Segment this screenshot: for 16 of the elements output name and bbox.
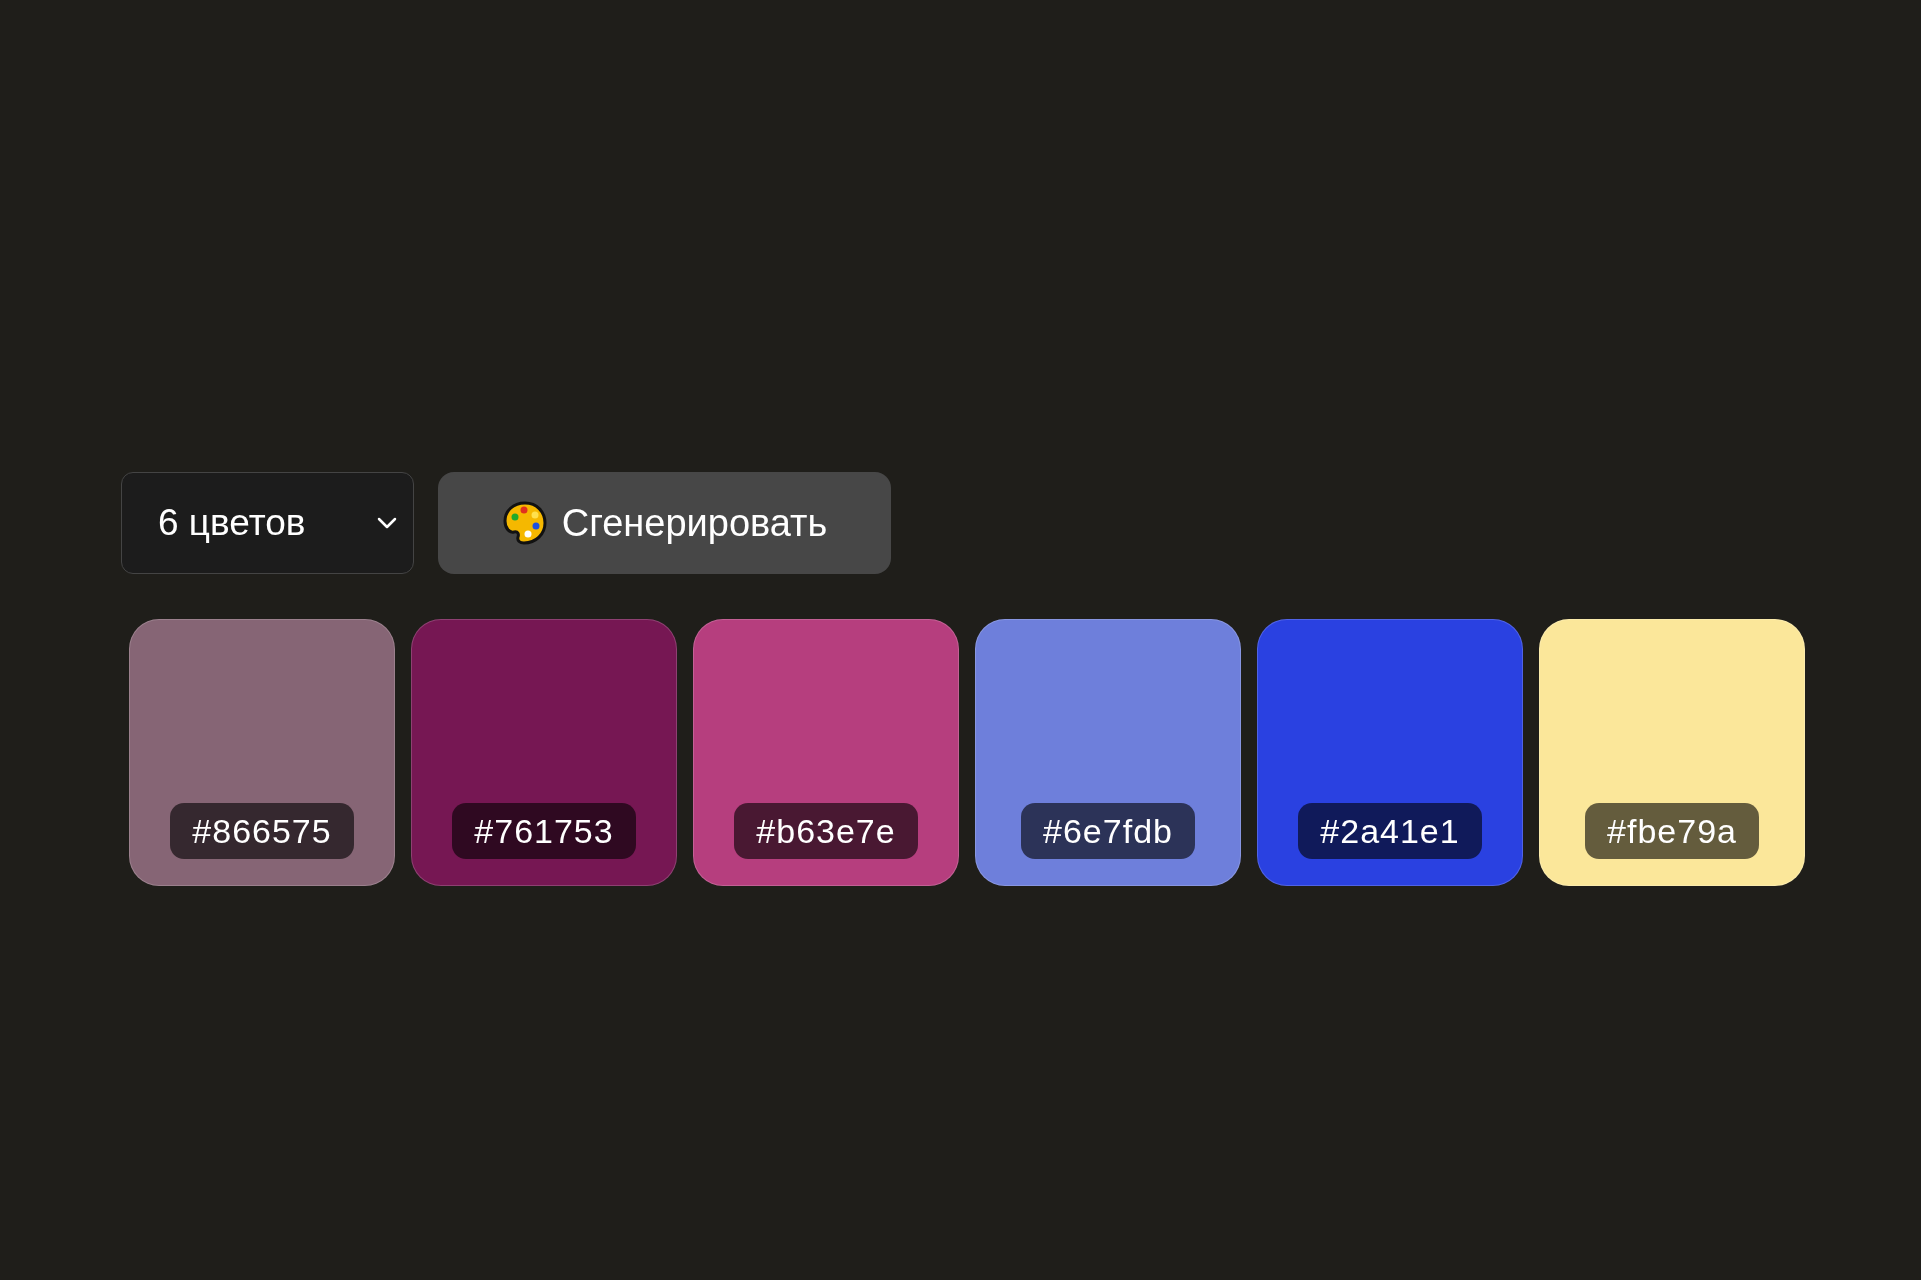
chevron-down-icon (377, 517, 397, 529)
hex-code-label: #b63e7e (734, 803, 918, 859)
color-swatch[interactable]: #6e7fdb (975, 619, 1241, 886)
hex-code-label: #761753 (452, 803, 636, 859)
hex-code-label: #866575 (170, 803, 354, 859)
hex-code-label: #fbe79a (1585, 803, 1759, 859)
generate-button[interactable]: Сгенерировать (438, 472, 891, 574)
hex-code-label: #6e7fdb (1021, 803, 1195, 859)
color-swatch[interactable]: #b63e7e (693, 619, 959, 886)
color-swatch[interactable]: #2a41e1 (1257, 619, 1523, 886)
hex-code-label: #2a41e1 (1298, 803, 1482, 859)
color-count-dropdown[interactable]: 6 цветов (121, 472, 414, 574)
color-swatch[interactable]: #866575 (129, 619, 395, 886)
palette-icon (501, 500, 548, 546)
color-swatch[interactable]: #fbe79a (1539, 619, 1805, 886)
color-swatch[interactable]: #761753 (411, 619, 677, 886)
